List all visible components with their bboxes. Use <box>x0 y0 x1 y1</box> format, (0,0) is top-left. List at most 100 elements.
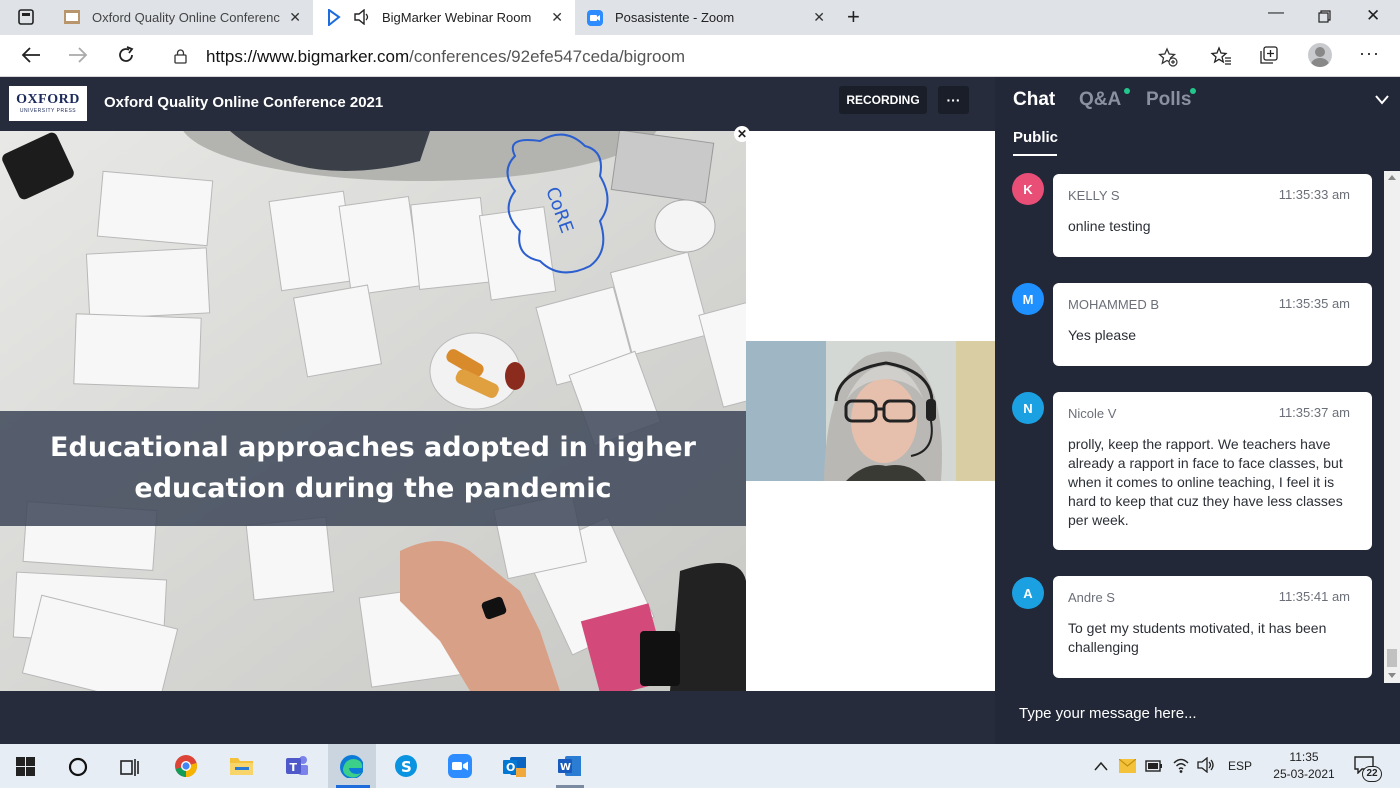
tab-oxford[interactable]: Oxford Quality Online Conferenc ✕ <box>54 0 311 35</box>
logo-subtext: UNIVERSITY PRESS <box>19 108 77 114</box>
main-video-feed: CoRE Educational approaches adopted in h… <box>0 131 746 691</box>
speaker-icon[interactable] <box>353 9 371 25</box>
table-scene-image: CoRE <box>0 131 746 691</box>
oxford-favicon <box>64 10 80 24</box>
slide-caption: Educational approaches adopted in higher… <box>0 427 746 509</box>
close-feed-icon[interactable]: ✕ <box>734 126 750 142</box>
svg-text:S: S <box>401 758 412 776</box>
message-time: 11:35:33 am <box>1278 187 1350 202</box>
public-tab-underline <box>1013 154 1057 156</box>
tab-zoom[interactable]: Posasistente - Zoom ✕ <box>577 0 835 35</box>
clock[interactable]: 11:35 25-03-2021 <box>1262 749 1346 783</box>
chat-message: KELLY S 11:35:33 am online testing <box>1053 174 1372 257</box>
address-bar-row: https://www.bigmarker.com/conferences/92… <box>0 35 1400 77</box>
show-hidden-icons-chevron-icon[interactable] <box>1094 761 1108 771</box>
caption-line-1: Educational approaches adopted in higher <box>50 432 696 463</box>
zoom-favicon <box>587 10 603 26</box>
edge-icon[interactable] <box>339 754 363 778</box>
avatar: K <box>1012 173 1044 205</box>
speaker-webcam-image <box>746 341 995 481</box>
add-favorite-icon[interactable] <box>1158 47 1178 67</box>
refresh-icon[interactable] <box>116 45 136 65</box>
avatar: A <box>1012 577 1044 609</box>
tab-actions-icon[interactable] <box>18 9 34 25</box>
restore-icon[interactable] <box>1318 10 1331 23</box>
chat-message: Andre S 11:35:41 am To get my students m… <box>1053 576 1372 678</box>
zoom-app-icon[interactable] <box>448 754 472 778</box>
outlook-icon[interactable]: O <box>502 754 526 778</box>
svg-text:T: T <box>290 761 298 774</box>
browser-tab-bar: Oxford Quality Online Conferenc ✕ BigMar… <box>0 0 1400 35</box>
message-text: online testing <box>1068 218 1151 234</box>
qa-notification-dot <box>1124 88 1130 94</box>
chrome-icon[interactable] <box>174 754 198 778</box>
oxford-logo: OXFORD UNIVERSITY PRESS <box>9 86 87 121</box>
url-domain: https://www.bigmarker.com <box>206 47 410 66</box>
message-author: Nicole V <box>1068 406 1117 421</box>
tab-close-icon[interactable]: ✕ <box>813 9 825 26</box>
collections-icon[interactable] <box>1259 46 1279 66</box>
windows-start-icon[interactable] <box>16 757 40 781</box>
url-text: https://www.bigmarker.com/conferences/92… <box>206 47 685 67</box>
speaker-webcam <box>746 341 995 481</box>
back-icon[interactable] <box>21 46 41 64</box>
bigmarker-page: OXFORD UNIVERSITY PRESS Oxford Quality O… <box>0 77 1400 744</box>
tab-qa[interactable]: Q&A <box>1079 89 1121 111</box>
clock-date: 25-03-2021 <box>1273 767 1335 781</box>
windows-taskbar: T S O W ESP 11:35 25-03-2021 22 <box>0 744 1400 788</box>
tab-close-icon[interactable]: ✕ <box>551 9 563 26</box>
new-tab-icon[interactable]: + <box>847 4 860 30</box>
message-text: To get my students motivated, it has bee… <box>1068 620 1327 655</box>
close-window-icon[interactable]: ✕ <box>1366 6 1380 26</box>
webinar-header: OXFORD UNIVERSITY PRESS Oxford Quality O… <box>0 77 995 131</box>
lock-icon[interactable] <box>174 49 187 64</box>
message-time: 11:35:35 am <box>1278 296 1350 311</box>
more-options-button[interactable]: ··· <box>938 86 969 114</box>
notification-count-badge: 22 <box>1362 766 1382 782</box>
message-text: prolly, keep the rapport. We teachers ha… <box>1068 436 1343 528</box>
video-stage: CoRE Educational approaches adopted in h… <box>0 126 995 691</box>
avatar: M <box>1012 283 1044 315</box>
file-explorer-icon[interactable] <box>229 754 253 778</box>
battery-icon[interactable] <box>1145 759 1163 773</box>
tab-polls[interactable]: Polls <box>1146 89 1191 111</box>
chat-panel: Chat Q&A Polls Public K KELLY S 11:35:33… <box>995 77 1400 744</box>
skype-icon[interactable]: S <box>394 754 418 778</box>
minimize-icon[interactable]: — <box>1268 4 1284 22</box>
tab-chat[interactable]: Chat <box>1013 89 1055 111</box>
message-time: 11:35:37 am <box>1278 405 1350 420</box>
chat-message-input[interactable]: Type your message here... <box>1019 705 1197 722</box>
polls-notification-dot <box>1190 88 1196 94</box>
favorites-icon[interactable] <box>1210 46 1232 66</box>
task-view-icon[interactable] <box>119 756 143 780</box>
url-path: /conferences/92efe547ceda/bigroom <box>409 47 686 66</box>
wifi-icon[interactable] <box>1172 756 1190 774</box>
chat-message-list: K KELLY S 11:35:33 am online testing M M… <box>995 171 1400 683</box>
tab-bigmarker[interactable]: BigMarker Webinar Room ✕ <box>313 0 575 35</box>
chat-scrollbar[interactable] <box>1384 171 1400 683</box>
language-indicator[interactable]: ESP <box>1228 759 1252 773</box>
settings-more-icon[interactable]: ··· <box>1359 43 1380 64</box>
search-icon[interactable] <box>67 756 91 780</box>
tab-oxford-label: Oxford Quality Online Conferenc <box>92 10 280 25</box>
volume-icon[interactable] <box>1197 757 1215 773</box>
profile-avatar[interactable] <box>1308 43 1332 67</box>
svg-text:O: O <box>506 761 515 774</box>
message-author: Andre S <box>1068 590 1115 605</box>
url-field[interactable]: https://www.bigmarker.com/conferences/92… <box>157 40 1190 72</box>
avatar: N <box>1012 392 1044 424</box>
message-text: Yes please <box>1068 327 1136 343</box>
word-icon[interactable]: W <box>557 754 581 778</box>
tab-close-icon[interactable]: ✕ <box>289 9 301 26</box>
teams-icon[interactable]: T <box>284 754 308 778</box>
mail-tray-icon[interactable] <box>1119 759 1136 773</box>
logo-text: OXFORD <box>16 92 80 107</box>
forward-icon[interactable] <box>68 46 88 64</box>
chevron-down-icon[interactable] <box>1375 95 1389 105</box>
tab-public[interactable]: Public <box>1013 129 1058 146</box>
caption-line-2: education during the pandemic <box>134 473 612 504</box>
recording-badge: RECORDING <box>839 86 927 114</box>
tab-bigmarker-label: BigMarker Webinar Room <box>382 10 532 25</box>
chat-message: MOHAMMED B 11:35:35 am Yes please <box>1053 283 1372 366</box>
message-time: 11:35:41 am <box>1278 589 1350 604</box>
